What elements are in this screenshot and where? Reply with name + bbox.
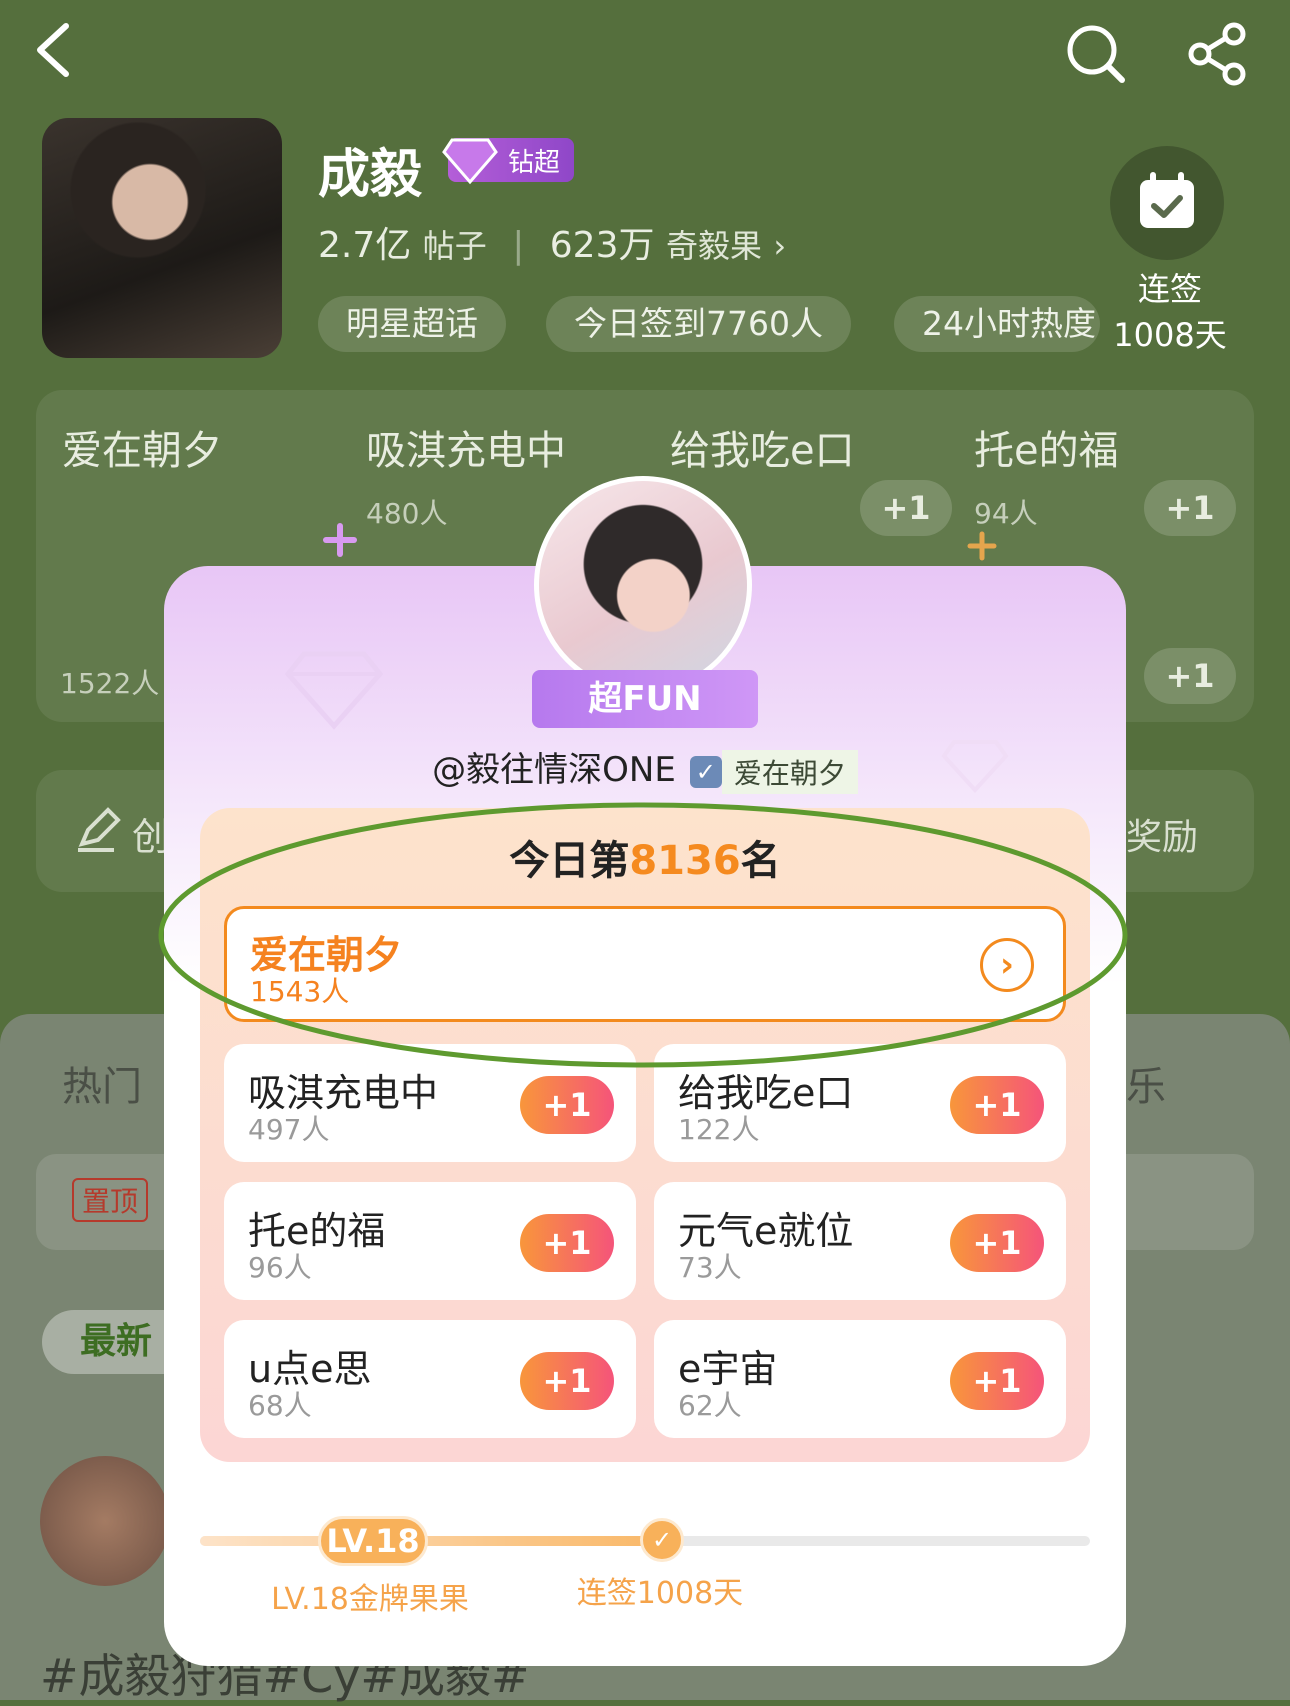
rank-title: 今日第8136名	[200, 828, 1090, 886]
bg-plus-one-button[interactable]: +1	[1144, 480, 1236, 536]
super-fun-ribbon: 超FUN	[532, 670, 758, 728]
posts-label: 帖子	[422, 227, 487, 265]
plus-one-button[interactable]: +1	[950, 1214, 1044, 1272]
search-icon[interactable]	[1064, 22, 1128, 86]
fans-label[interactable]: 奇毅果	[666, 227, 762, 265]
diamond-badge: 钻超	[442, 138, 574, 185]
bg-group-count-1: 1522人	[60, 667, 160, 700]
supertopic-cover-image	[42, 118, 282, 358]
bg-group-count-4: 94人	[974, 497, 1038, 530]
avatar	[40, 1456, 170, 1586]
pill-today-checkins[interactable]: 今日签到7760人	[546, 296, 851, 352]
streak-text: 连签1008天	[576, 1576, 744, 1611]
bg-group-name-3: 给我吃e口	[670, 428, 855, 474]
plus-one-button[interactable]: +1	[520, 1352, 614, 1410]
checkin-days: 1008天	[1113, 316, 1227, 354]
chevron-right-icon: ›	[773, 227, 787, 265]
checkin-label: 连签	[1137, 270, 1202, 308]
fans-value[interactable]: 623万	[550, 225, 655, 266]
group-count: 122人	[678, 1113, 760, 1146]
group-card: 吸淇充电中 497人 +1	[224, 1044, 636, 1162]
bg-group-name-2: 吸淇充电中	[366, 428, 566, 474]
group-count: 96人	[248, 1251, 312, 1284]
pinned-badge: 置顶	[72, 1178, 149, 1222]
posts-value: 2.7亿	[318, 225, 412, 266]
decoration-diamond-icon	[284, 651, 384, 730]
supertopic-title: 成毅	[318, 145, 423, 205]
group-count: 73人	[678, 1251, 742, 1284]
group-card: 托e的福 96人 +1	[224, 1182, 636, 1300]
share-icon[interactable]	[1186, 22, 1250, 86]
diamond-icon	[442, 138, 498, 185]
bg-group-count-2: 480人	[366, 497, 448, 530]
rank-suffix: 名	[740, 838, 781, 884]
group-card: 给我吃e口 122人 +1	[654, 1044, 1066, 1162]
verified-check-icon: ✓	[689, 755, 722, 788]
group-count: 497人	[248, 1113, 330, 1146]
bg-plus-one-button[interactable]: +1	[1144, 648, 1236, 704]
group-tag: 爱在朝夕	[721, 749, 858, 794]
user-avatar[interactable]	[534, 476, 752, 694]
checkin-streak: 连签 1008天	[1100, 266, 1240, 358]
checkmark-icon: ✓	[640, 1518, 684, 1562]
level-badge: LV.18	[318, 1516, 428, 1566]
level-progress-fill	[200, 1536, 662, 1546]
group-count: 68人	[248, 1389, 312, 1422]
username-row: @毅往情深ONE ✓ 爱在朝夕	[164, 742, 1126, 794]
group-card: u点e思 68人 +1	[224, 1320, 636, 1438]
group-card: e宇宙 62人 +1	[654, 1320, 1066, 1438]
group-card: 元气e就位 73人 +1	[654, 1182, 1066, 1300]
rank-prefix: 今日第	[509, 838, 630, 884]
plus-one-button[interactable]: +1	[950, 1352, 1044, 1410]
plus-one-button[interactable]: +1	[520, 1076, 614, 1134]
plus-one-button[interactable]: +1	[950, 1076, 1044, 1134]
rank-number: 8136	[629, 838, 741, 884]
plus-one-button[interactable]: +1	[520, 1214, 614, 1272]
pen-icon	[78, 807, 121, 852]
stats-row: 2.7亿 帖子 | 623万 奇毅果 ›	[318, 225, 787, 266]
decoration-sparkle-icon	[967, 531, 997, 561]
chevron-right-circle-icon[interactable]: ›	[980, 938, 1034, 992]
back-icon[interactable]	[30, 22, 80, 78]
username[interactable]: @毅往情深ONE	[432, 750, 676, 790]
tab-hot[interactable]: 热门	[62, 1054, 142, 1112]
reward-label: 奖励	[1126, 817, 1199, 858]
tab-music[interactable]: 乐	[1126, 1054, 1166, 1112]
current-group-count: 1543人	[250, 975, 350, 1008]
level-text: LV.18金牌果果	[271, 1582, 469, 1617]
checkin-button[interactable]	[1110, 146, 1224, 260]
pill-star-supertopic[interactable]: 明星超话	[318, 296, 506, 352]
diamond-badge-label: 钻超	[507, 147, 560, 178]
bg-plus-one-button[interactable]: +1	[860, 480, 952, 536]
calendar-check-icon	[1140, 172, 1194, 228]
bg-group-name-1: 爱在朝夕	[62, 428, 222, 474]
pill-24h-heat[interactable]: 24小时热度	[894, 296, 1100, 352]
group-count: 62人	[678, 1389, 742, 1422]
bg-group-name-4: 托e的福	[974, 428, 1119, 474]
decoration-sparkle-icon	[323, 523, 357, 557]
